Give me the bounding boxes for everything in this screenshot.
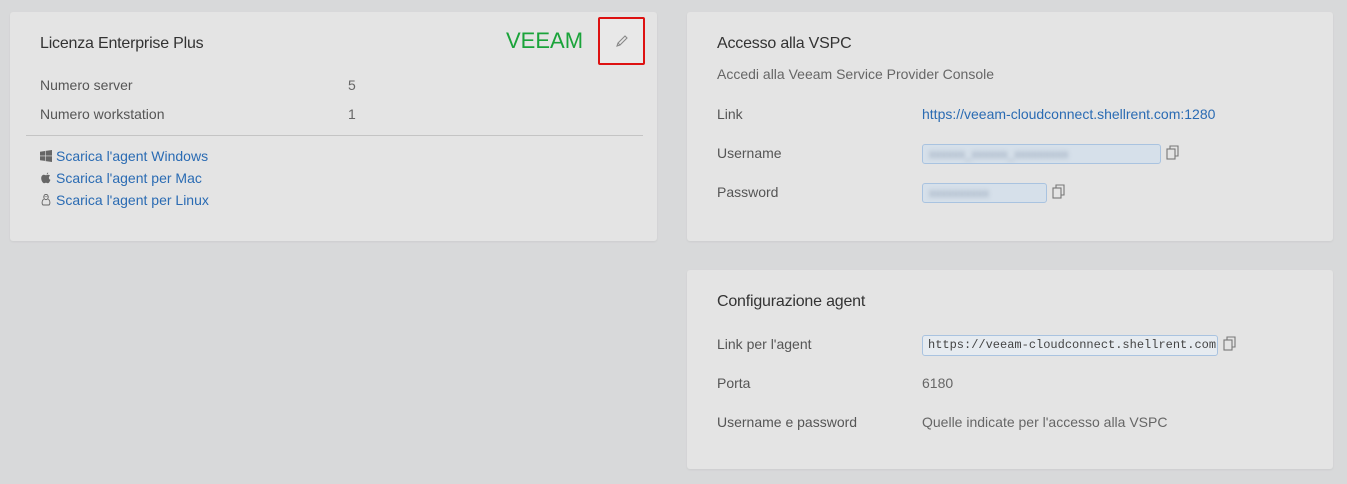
windows-icon <box>40 150 52 162</box>
download-mac-link[interactable]: Scarica l'agent per Mac <box>40 170 202 186</box>
vspc-username-label: Username <box>717 145 782 161</box>
vspc-link[interactable]: https://veeam-cloudconnect.shellrent.com… <box>922 106 1215 122</box>
agent-title: Configurazione agent <box>717 293 866 310</box>
workstation-count-value: 1 <box>348 106 356 122</box>
apple-icon <box>41 172 51 184</box>
veeam-logo: VEEAM <box>506 28 584 53</box>
download-linux-link[interactable]: Scarica l'agent per Linux <box>40 192 209 208</box>
download-linux-label[interactable]: Scarica l'agent per Linux <box>56 192 209 208</box>
copy-username-icon[interactable] <box>1166 145 1181 161</box>
download-windows-link[interactable]: Scarica l'agent Windows <box>40 148 208 164</box>
download-windows-label[interactable]: Scarica l'agent Windows <box>56 148 208 164</box>
agent-creds-value: Quelle indicate per l'accesso alla VSPC <box>922 414 1168 430</box>
agent-config-card: Configurazione agent Link per l'agent ht… <box>687 270 1333 469</box>
agent-link-label: Link per l'agent <box>717 336 812 352</box>
download-mac-label[interactable]: Scarica l'agent per Mac <box>56 170 202 186</box>
copy-password-icon[interactable] <box>1052 184 1067 200</box>
agent-creds-label: Username e password <box>717 414 858 430</box>
agent-port-value: 6180 <box>922 375 954 391</box>
vspc-username-field[interactable]: xxxxxx_xxxxxx_xxxxxxxxx <box>922 144 1161 164</box>
workstation-count-label: Numero workstation <box>40 106 165 122</box>
server-count-value: 5 <box>348 77 356 93</box>
vspc-card: Accesso alla VSPC Accedi alla Veeam Serv… <box>687 12 1333 241</box>
vspc-username-value: xxxxxx_xxxxxx_xxxxxxxxx <box>929 147 1069 161</box>
pencil-icon <box>615 35 628 47</box>
agent-link-field[interactable]: https://veeam-cloudconnect.shellrent.com <box>922 335 1218 356</box>
license-card: Licenza Enterprise Plus VEEAM Numero ser… <box>10 12 657 241</box>
vspc-password-label: Password <box>717 184 779 200</box>
vspc-password-value: xxxxxxxxxx <box>929 186 989 200</box>
agent-port-label: Porta <box>717 375 751 391</box>
vspc-password-field[interactable]: xxxxxxxxxx <box>922 183 1047 203</box>
vspc-subtitle: Accedi alla Veeam Service Provider Conso… <box>717 66 995 82</box>
server-count-label: Numero server <box>40 77 133 93</box>
vspc-title: Accesso alla VSPC <box>717 35 852 52</box>
linux-icon <box>41 194 51 206</box>
edit-button[interactable] <box>598 17 645 65</box>
copy-agent-link-icon[interactable] <box>1223 336 1238 352</box>
vspc-link-label: Link <box>717 106 743 122</box>
license-title: Licenza Enterprise Plus <box>40 35 204 52</box>
divider <box>26 135 643 136</box>
